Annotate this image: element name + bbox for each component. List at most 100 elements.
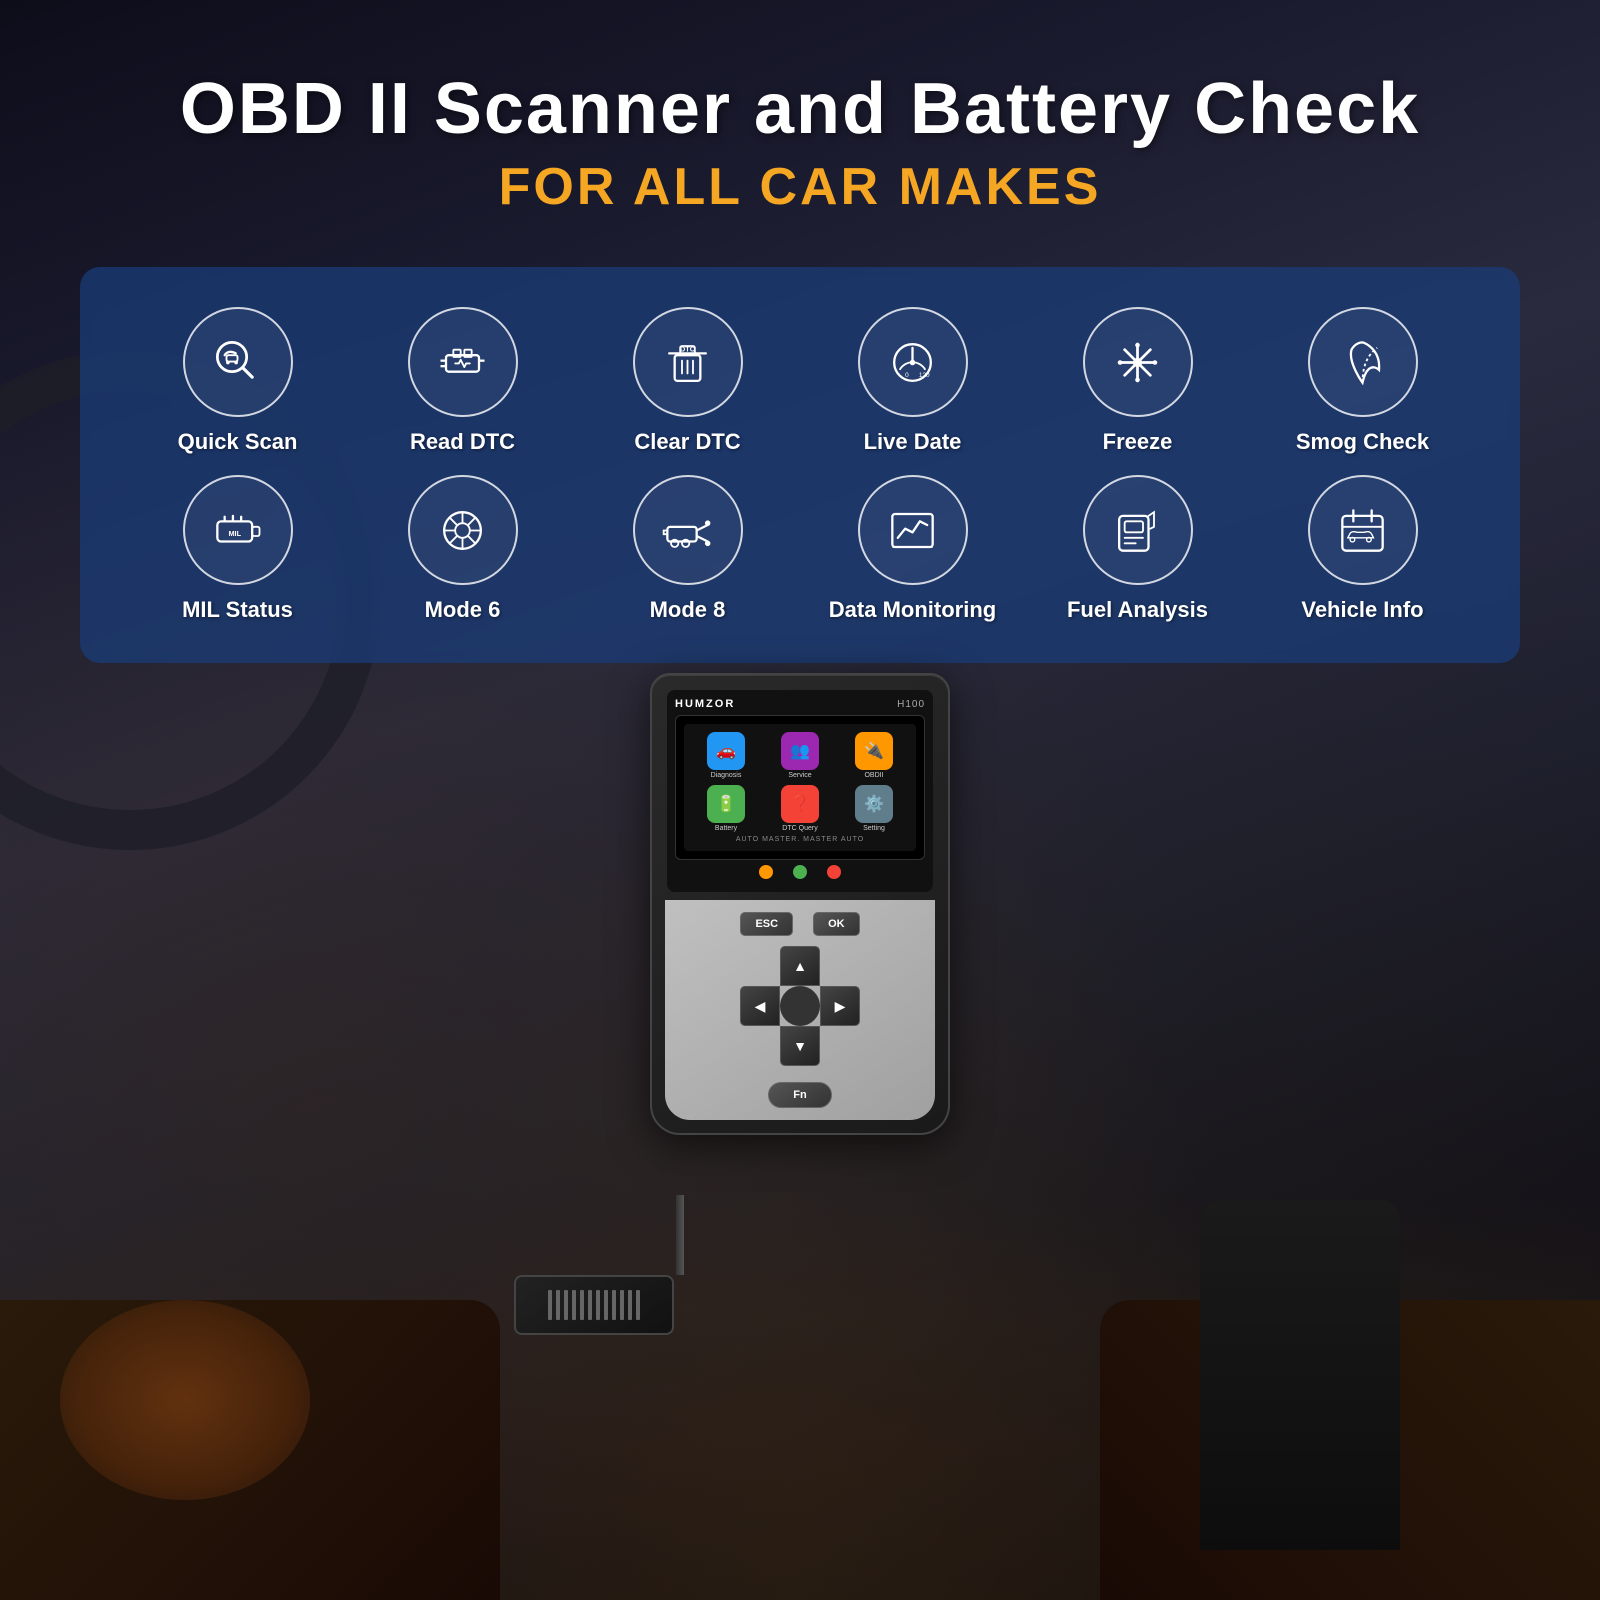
fuel-gauge-icon <box>1110 503 1165 558</box>
dpad-up-button[interactable]: ▲ <box>780 946 820 986</box>
feature-smog-check: Smog Check <box>1255 307 1470 455</box>
screen-icon-box-battery: 🔋 <box>707 785 745 823</box>
plug-pin-7 <box>596 1290 600 1320</box>
feature-quick-scan: Quick Scan <box>130 307 345 455</box>
feature-label-fuel-analysis: Fuel Analysis <box>1067 597 1208 623</box>
feature-live-date: 0 120 Live Date <box>805 307 1020 455</box>
feature-mode8: Mode 8 <box>580 475 795 623</box>
status-dot-warning <box>759 865 773 879</box>
screen-icon-label-dtcquery: DTC Query <box>782 825 817 832</box>
feature-label-smog-check: Smog Check <box>1296 429 1429 455</box>
esc-button[interactable]: ESC <box>740 912 793 936</box>
dpad-row-top: ▲ <box>740 946 860 986</box>
status-dot-error <box>827 865 841 879</box>
feature-label-freeze: Freeze <box>1103 429 1173 455</box>
device-lower: ESC OK ▲ ◀ ▶ <box>665 900 935 1120</box>
feature-circle-clear-dtc: DTC <box>633 307 743 417</box>
obd-device: HUMZOR H100 🚗 Diagnosis <box>650 673 950 1135</box>
screen-icon-label-service: Service <box>788 772 811 779</box>
chart-icon <box>885 503 940 558</box>
feature-label-mode8: Mode 8 <box>650 597 726 623</box>
ok-button[interactable]: OK <box>813 912 860 936</box>
svg-text:MIL: MIL <box>228 529 241 538</box>
device-section: HUMZOR H100 🚗 Diagnosis <box>80 673 1520 1135</box>
feature-circle-read-dtc <box>408 307 518 417</box>
plug-pin-8 <box>604 1290 608 1320</box>
brand-name: HUMZOR <box>675 698 735 710</box>
feature-circle-live-date: 0 120 <box>858 307 968 417</box>
plug-pin-3 <box>564 1290 568 1320</box>
dpad-left-button[interactable]: ◀ <box>740 986 780 1026</box>
screen-icon-label-setting: Setting <box>863 825 885 832</box>
screen-inner: 🚗 Diagnosis 👥 Service <box>684 724 916 851</box>
content-wrapper: OBD II Scanner and Battery Check FOR ALL… <box>0 0 1600 1175</box>
plug-pin-5 <box>580 1290 584 1320</box>
model-name: H100 <box>897 699 925 710</box>
feature-circle-data-monitoring <box>858 475 968 585</box>
screen-icon-label-battery: Battery <box>715 825 737 832</box>
snowflake-icon <box>1110 335 1165 390</box>
feature-label-mil-status: MIL Status <box>182 597 293 623</box>
screen-app-battery: 🔋 Battery <box>692 785 760 832</box>
dpad-down-button[interactable]: ▼ <box>780 1026 820 1066</box>
connector-cable <box>676 1195 684 1275</box>
feature-circle-quick-scan <box>183 307 293 417</box>
feature-circle-vehicle-info <box>1308 475 1418 585</box>
feature-vehicle-info: Vehicle Info <box>1255 475 1470 623</box>
gear-console <box>1200 1200 1400 1550</box>
feature-label-vehicle-info: Vehicle Info <box>1301 597 1423 623</box>
dpad-wrapper: ▲ ◀ ▶ ▼ <box>677 946 923 1066</box>
status-indicators <box>675 865 925 879</box>
screen-apps-row1: 🚗 Diagnosis 👥 Service <box>692 732 908 779</box>
feature-circle-mode8 <box>633 475 743 585</box>
feature-circle-fuel-analysis <box>1083 475 1193 585</box>
feature-label-clear-dtc: Clear DTC <box>634 429 740 455</box>
feature-label-mode6: Mode 6 <box>425 597 501 623</box>
main-title: OBD II Scanner and Battery Check <box>80 70 1520 149</box>
feature-circle-mil-status: MIL <box>183 475 293 585</box>
feature-circle-mode6 <box>408 475 518 585</box>
plug-pin-12 <box>636 1290 640 1320</box>
brand-row: HUMZOR H100 <box>675 698 925 710</box>
plug-pin-4 <box>572 1290 576 1320</box>
svg-text:0: 0 <box>905 372 909 379</box>
plug-pin-11 <box>628 1290 632 1320</box>
plug-pin-9 <box>612 1290 616 1320</box>
plug-pin-6 <box>588 1290 592 1320</box>
feature-label-live-date: Live Date <box>864 429 962 455</box>
obd-connector <box>590 1195 770 1315</box>
screen-app-service: 👥 Service <box>766 732 834 779</box>
subtitle: FOR ALL CAR MAKES <box>80 157 1520 217</box>
feature-mode6: Mode 6 <box>355 475 570 623</box>
feature-label-quick-scan: Quick Scan <box>178 429 298 455</box>
engine-icon <box>435 335 490 390</box>
dpad-row-bottom: ▼ <box>740 1026 860 1066</box>
fn-button[interactable]: Fn <box>768 1082 831 1108</box>
plug-pin-2 <box>556 1290 560 1320</box>
calendar-car-icon <box>1335 503 1390 558</box>
device-body: HUMZOR H100 🚗 Diagnosis <box>650 673 950 1135</box>
connector-plug <box>514 1275 674 1335</box>
device-wrapper: HUMZOR H100 🚗 Diagnosis <box>640 673 960 1135</box>
screen-icon-label-obdii: OBDII <box>864 772 883 779</box>
dpad-center[interactable] <box>780 986 820 1026</box>
features-grid: Quick Scan Read DTC <box>130 307 1470 623</box>
feature-circle-smog-check <box>1308 307 1418 417</box>
features-panel: Quick Scan Read DTC <box>80 267 1520 663</box>
screen-app-obdii: 🔌 OBDII <box>840 732 908 779</box>
seat-hint <box>60 1300 310 1500</box>
feature-label-data-monitoring: Data Monitoring <box>829 597 996 623</box>
feature-read-dtc: Read DTC <box>355 307 570 455</box>
device-tagline: AUTO MASTER. MASTER AUTO <box>692 836 908 843</box>
car-wrench-icon <box>660 503 715 558</box>
dpad-right-button[interactable]: ▶ <box>820 986 860 1026</box>
esc-ok-row: ESC OK <box>677 912 923 936</box>
title-section: OBD II Scanner and Battery Check FOR ALL… <box>80 40 1520 237</box>
car-search-icon <box>210 335 265 390</box>
trash-icon: DTC <box>660 335 715 390</box>
speedometer-icon: 0 120 <box>885 335 940 390</box>
screen-icon-box-diagnosis: 🚗 <box>707 732 745 770</box>
engine-light-icon: MIL <box>210 503 265 558</box>
plug-pin-10 <box>620 1290 624 1320</box>
svg-text:120: 120 <box>919 372 930 379</box>
